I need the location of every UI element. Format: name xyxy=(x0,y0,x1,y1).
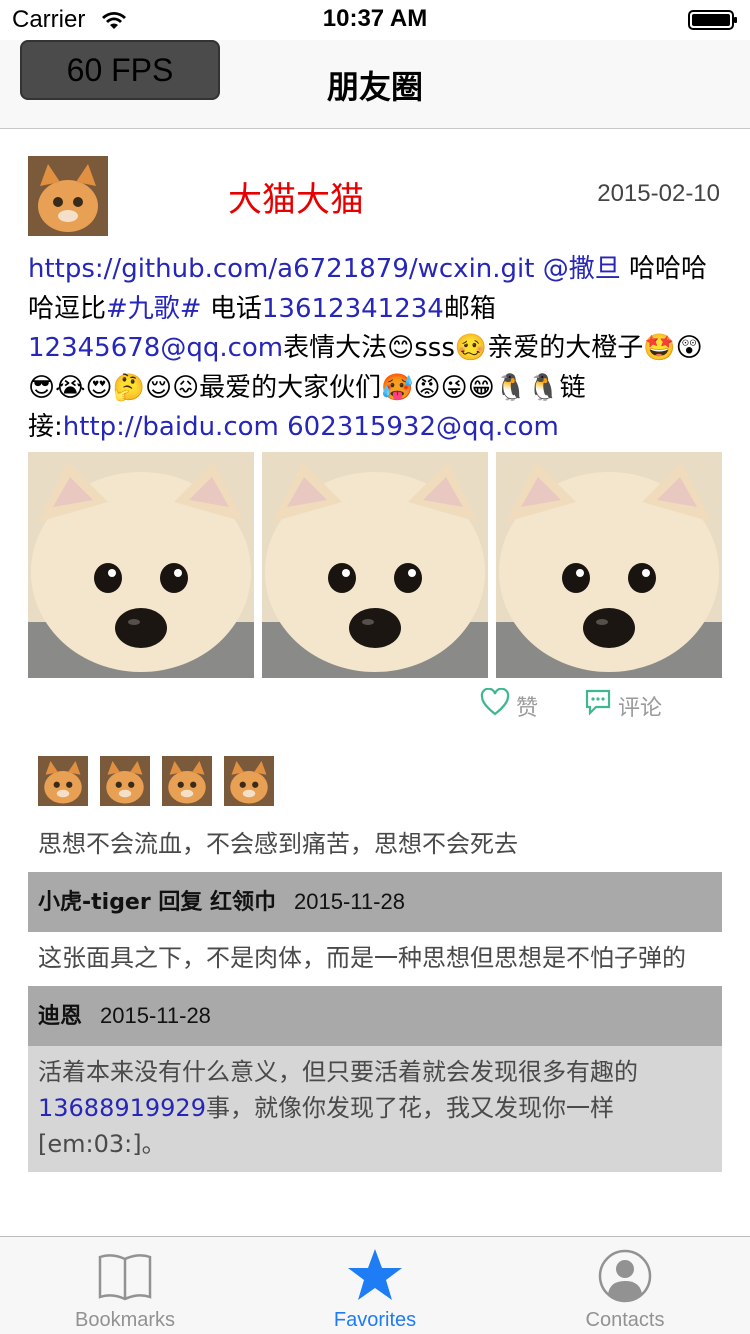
tab-bookmarks[interactable]: Bookmarks xyxy=(0,1237,250,1334)
status-time: 10:37 AM xyxy=(322,5,428,32)
tab-favorites[interactable]: Favorites xyxy=(250,1237,500,1334)
pomeranian-photo[interactable] xyxy=(262,452,488,678)
page-title: 朋友圈 xyxy=(326,68,423,106)
post-link[interactable]: 12345678@qq.com xyxy=(28,333,283,363)
contacts-icon xyxy=(598,1249,652,1303)
tab-bar: Bookmarks Favorites Contacts xyxy=(0,1236,750,1334)
favorites-star-icon xyxy=(348,1249,402,1300)
comment-label: 评论 xyxy=(618,696,663,721)
navigation-bar: 60 FPS 朋友圈 xyxy=(0,40,750,129)
post-text: https://github.com/a6721879/wcxin.git @撒… xyxy=(28,250,728,448)
photo-grid xyxy=(28,452,722,678)
liker-avatar[interactable] xyxy=(38,756,88,806)
post-text-run: 邮箱 xyxy=(443,293,496,324)
liker-avatar[interactable] xyxy=(224,756,274,806)
post-link[interactable]: 13612341234 xyxy=(262,294,444,324)
comment-list: 思想不会流血，不会感到痛苦，思想不会死去 小虎-tiger 回复 红领巾 2015-… xyxy=(28,818,722,1172)
post-link[interactable]: http://baidu.com 602315932@qq.com xyxy=(63,412,559,442)
bookmarks-icon xyxy=(98,1254,152,1301)
comment-date: 2015-11-28 xyxy=(100,1003,211,1028)
comment-header[interactable]: 小虎-tiger 回复 红领巾 2015-11-28 xyxy=(28,872,722,932)
liker-avatar[interactable] xyxy=(162,756,212,806)
tab-label: Bookmarks xyxy=(74,1309,176,1331)
post-date: 2015-02-10 xyxy=(597,180,720,207)
battery-icon xyxy=(688,10,737,30)
comment-header[interactable]: 迪恩 2015-11-28 xyxy=(28,986,722,1046)
author-avatar[interactable] xyxy=(28,156,108,236)
pomeranian-photo[interactable] xyxy=(28,452,254,678)
status-bar: Carrier 10:37 AM xyxy=(0,0,750,40)
comment-link[interactable]: 13688919929 xyxy=(38,1094,206,1122)
comment-icon xyxy=(585,689,611,716)
post-actions: 赞 评论 xyxy=(480,686,720,722)
comment-text: 活着本来没有什么意义，但只要活着就会发现很多有趣的 xyxy=(38,1058,638,1086)
pomeranian-photo[interactable] xyxy=(496,452,722,678)
comment-body: 活着本来没有什么意义，但只要活着就会发现很多有趣的13688919929事，就像… xyxy=(28,1046,722,1172)
comment-text: 思想不会流血，不会感到痛苦，思想不会死去 xyxy=(38,830,518,858)
tab-label: Favorites xyxy=(333,1309,417,1331)
comment-author[interactable]: 迪恩 xyxy=(38,1004,82,1029)
liker-avatar[interactable] xyxy=(100,756,150,806)
liker-avatars xyxy=(38,756,298,806)
comment-text: 这张面具之下，不是肉体，而是一种思想但思想是不怕子弹的 xyxy=(38,944,686,972)
post-text-run: 电话 xyxy=(201,293,262,324)
post-link[interactable]: https://github.com/a6721879/wcxin.git @撒… xyxy=(28,254,621,284)
comment-body: 这张面具之下，不是肉体，而是一种思想但思想是不怕子弹的 xyxy=(28,932,722,986)
tab-label: Contacts xyxy=(585,1309,665,1331)
like-label: 赞 xyxy=(516,696,539,721)
tab-contacts[interactable]: Contacts xyxy=(500,1237,750,1334)
comment-date: 2015-11-28 xyxy=(294,889,405,914)
moments-feed[interactable]: 大猫大猫 2015-02-10 https://github.com/a6721… xyxy=(0,130,750,1236)
author-name[interactable]: 大猫大猫 xyxy=(228,172,364,221)
heart-icon xyxy=(480,688,510,716)
post-link[interactable]: #九歌# xyxy=(106,294,202,324)
comment-body: 思想不会流血，不会感到痛苦，思想不会死去 xyxy=(28,818,722,872)
comment-author[interactable]: 小虎-tiger 回复 红领巾 xyxy=(38,890,276,915)
